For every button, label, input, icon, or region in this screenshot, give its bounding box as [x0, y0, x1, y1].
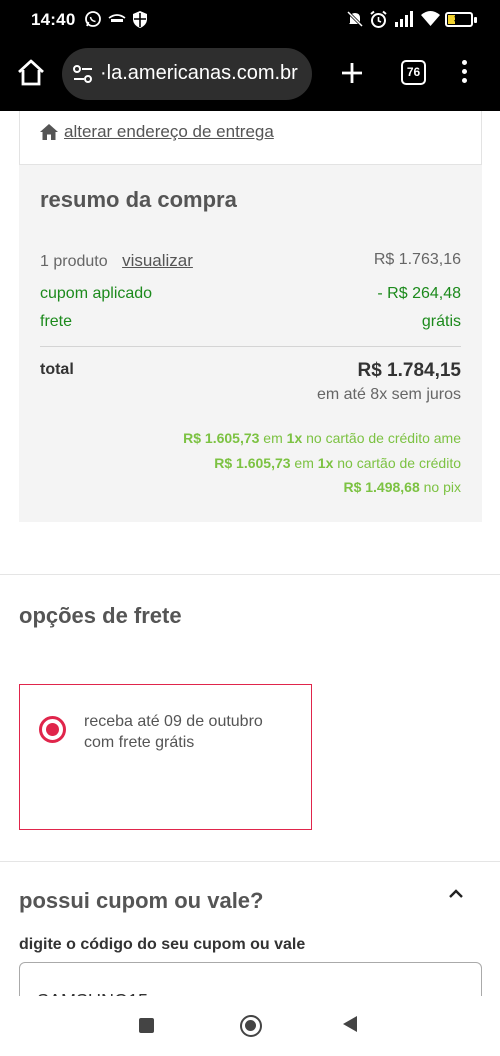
change-address-link[interactable]: alterar endereço de entrega — [39, 122, 274, 142]
wifi-icon — [421, 11, 440, 26]
products-value: R$ 1.763,16 — [373, 251, 461, 268]
mute-icon — [346, 10, 364, 28]
change-address-label: alterar endereço de entrega — [64, 122, 274, 141]
shipping-option-text: receba até 09 de outubro com frete gráti… — [84, 713, 263, 751]
status-bar: 14:40 30 — [0, 0, 500, 40]
coupon-input-label: digite o código do seu cupom ou vale — [19, 936, 306, 953]
shield-icon — [133, 11, 147, 28]
shipping-option-free[interactable]: receba até 09 de outubro com frete gráti… — [19, 684, 312, 830]
shipping-options-title: opções de frete — [19, 603, 182, 628]
offer-credit-card: R$ 1.605,73 em 1x no cartão de crédito — [214, 455, 461, 471]
alarm-icon — [370, 10, 387, 28]
shipping-value: grátis — [421, 313, 461, 330]
shipping-label: frete — [40, 313, 73, 330]
new-tab-icon[interactable] — [340, 61, 364, 85]
radio-selected[interactable] — [39, 716, 66, 743]
offer-ame-card: R$ 1.605,73 em 1x no cartão de crédito a… — [183, 430, 461, 446]
tabs-icon[interactable]: 76 — [401, 60, 426, 85]
total-value: R$ 1.784,15 — [357, 360, 461, 381]
browser-toolbar: ·la.americanas.com.br 76 — [0, 40, 500, 111]
app-notification-icon — [108, 14, 126, 22]
site-settings-icon[interactable] — [72, 64, 94, 84]
recent-apps-button[interactable] — [139, 1018, 154, 1033]
total-label: total — [40, 361, 74, 378]
coupon-applied-label: cupom aplicado — [40, 285, 153, 302]
section-divider — [0, 861, 500, 862]
view-products-link[interactable]: visualizar — [122, 251, 193, 270]
back-button[interactable] — [343, 1016, 357, 1032]
installments-text: em até 8x sem juros — [316, 386, 461, 403]
home-icon[interactable] — [15, 57, 47, 89]
divider — [40, 346, 461, 347]
coupon-section-title: possui cupom ou vale? — [19, 888, 264, 913]
address-card: alterar endereço de entrega — [19, 111, 482, 165]
offer-pix: R$ 1.498,68 no pix — [343, 479, 461, 495]
summary-title: resumo da compra — [40, 187, 237, 212]
battery-icon: 30 — [445, 12, 473, 27]
menu-icon[interactable] — [458, 60, 470, 86]
chevron-up-icon[interactable] — [446, 884, 466, 904]
system-nav-bar — [0, 996, 500, 1056]
address-bar[interactable]: ·la.americanas.com.br — [62, 48, 312, 100]
url-text: ·la.americanas.com.br — [100, 62, 298, 84]
status-time: 14:40 — [31, 10, 76, 29]
coupon-discount-value: - R$ 264,48 — [377, 285, 461, 302]
section-divider — [0, 574, 500, 575]
home-icon — [40, 124, 58, 140]
products-label: 1 produto — [40, 253, 108, 270]
order-summary: resumo da compra 1 produto visualizar R$… — [19, 165, 482, 522]
signal-icon — [395, 11, 413, 27]
home-button[interactable] — [240, 1015, 262, 1037]
whatsapp-icon — [85, 11, 101, 27]
